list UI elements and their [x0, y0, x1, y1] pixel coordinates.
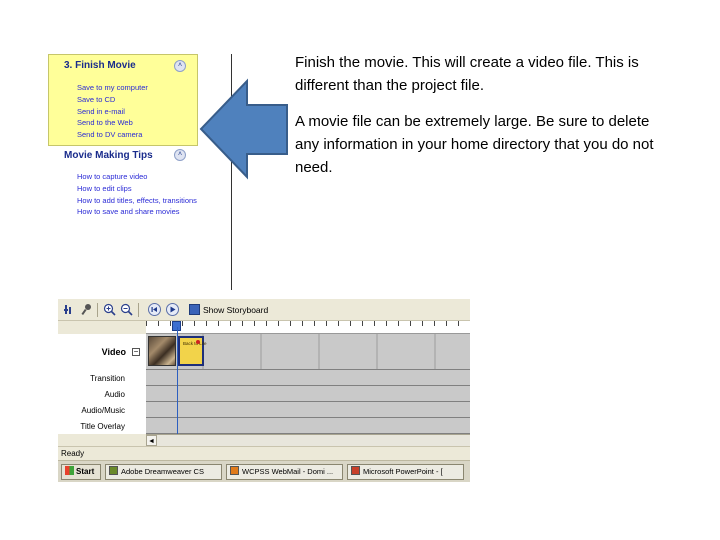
timeline-ruler[interactable] — [146, 321, 470, 334]
zoom-out-icon[interactable] — [120, 303, 133, 316]
windows-logo-icon — [65, 466, 74, 475]
status-text: Ready — [61, 449, 85, 458]
clip-marker-icon — [196, 340, 200, 344]
transition-track[interactable] — [146, 370, 470, 386]
rewind-icon[interactable] — [148, 303, 161, 316]
title-clip-text: Back to Life — [183, 341, 207, 346]
storyboard-icon[interactable] — [189, 304, 200, 315]
photo-clip-thumbnail[interactable] — [148, 336, 176, 366]
set-audio-levels-icon[interactable] — [63, 303, 76, 316]
taskbar-item-label: WCPSS WebMail - Domi ... — [242, 467, 334, 476]
task-link-save-to-computer[interactable]: Save to my computer — [77, 82, 148, 94]
movie-making-tips-list: How to capture video How to edit clips H… — [77, 171, 197, 218]
toolbar-separator — [97, 303, 98, 317]
taskbar-item-dreamweaver[interactable]: Adobe Dreamweaver CS — [105, 464, 222, 480]
timeline-horizontal-scrollbar[interactable]: ◄ — [146, 434, 470, 446]
zoom-in-icon[interactable] — [103, 303, 116, 316]
start-label: Start — [76, 467, 95, 476]
scroll-left-icon[interactable]: ◄ — [146, 435, 157, 446]
finish-movie-heading[interactable]: 3. Finish Movie — [64, 60, 136, 71]
movie-making-tips-heading[interactable]: Movie Making Tips — [64, 150, 153, 161]
audio-music-track[interactable] — [146, 402, 470, 418]
playhead-line — [177, 327, 178, 437]
slide-paragraph-file-size-warning: A movie file can be extremely large. Be … — [295, 113, 654, 176]
track-label-audio: Audio — [104, 390, 125, 399]
expand-video-track-icon[interactable]: − — [132, 348, 140, 356]
title-clip[interactable]: Back to Life — [178, 336, 207, 366]
video-track[interactable]: Back to Life — [146, 334, 470, 370]
taskbar-item-label: Microsoft PowerPoint - [ — [363, 467, 443, 476]
task-link-send-email[interactable]: Send in e-mail — [77, 106, 148, 118]
start-button[interactable]: Start — [61, 464, 101, 480]
slide-body-text: Finish the movie. This will create a vid… — [295, 51, 675, 192]
narrate-timeline-icon[interactable] — [80, 303, 93, 316]
slide-paragraph-finish-movie: Finish the movie. This will create a vid… — [295, 54, 639, 94]
timeline-screenshot: Show Storyboard Video − Transition Audio… — [58, 299, 470, 482]
finish-movie-task-list: Save to my computer Save to CD Send in e… — [77, 82, 148, 141]
taskbar-item-powerpoint[interactable]: Microsoft PowerPoint - [ — [347, 464, 464, 480]
dreamweaver-icon — [109, 466, 118, 475]
windows-taskbar: Start Adobe Dreamweaver CS WCPSS WebMail… — [58, 460, 470, 482]
track-label-title-overlay: Title Overlay — [80, 422, 125, 431]
track-label-video: Video — [101, 347, 126, 357]
tip-link-capture-video[interactable]: How to capture video — [77, 171, 197, 183]
task-link-save-to-cd[interactable]: Save to CD — [77, 94, 148, 106]
tip-link-edit-clips[interactable]: How to edit clips — [77, 183, 197, 195]
track-label-transition: Transition — [90, 374, 125, 383]
browser-icon — [230, 466, 239, 475]
taskbar-item-webmail[interactable]: WCPSS WebMail - Domi ... — [226, 464, 343, 480]
taskbar-item-label: Adobe Dreamweaver CS — [121, 467, 204, 476]
task-link-send-dv-camera[interactable]: Send to DV camera — [77, 129, 148, 141]
toolbar-separator — [138, 303, 139, 317]
status-bar: Ready — [58, 446, 470, 460]
powerpoint-icon — [351, 466, 360, 475]
audio-track[interactable] — [146, 386, 470, 402]
timeline-tracks: Back to Life — [146, 334, 470, 434]
collapse-tips-icon[interactable]: ˄ — [174, 149, 186, 161]
track-label-audio-music: Audio/Music — [81, 406, 125, 415]
show-storyboard-button[interactable]: Show Storyboard — [203, 305, 268, 315]
title-overlay-track[interactable] — [146, 418, 470, 434]
play-icon[interactable] — [166, 303, 179, 316]
timeline-toolbar: Show Storyboard — [58, 299, 470, 321]
left-arrow-icon — [199, 78, 288, 180]
track-labels-column: Video − Transition Audio Audio/Music Tit… — [58, 334, 146, 434]
task-link-send-web[interactable]: Send to the Web — [77, 117, 148, 129]
tip-link-save-share[interactable]: How to save and share movies — [77, 206, 197, 218]
tip-link-titles-effects[interactable]: How to add titles, effects, transitions — [77, 195, 197, 207]
collapse-finish-movie-icon[interactable]: ˄ — [174, 60, 186, 72]
